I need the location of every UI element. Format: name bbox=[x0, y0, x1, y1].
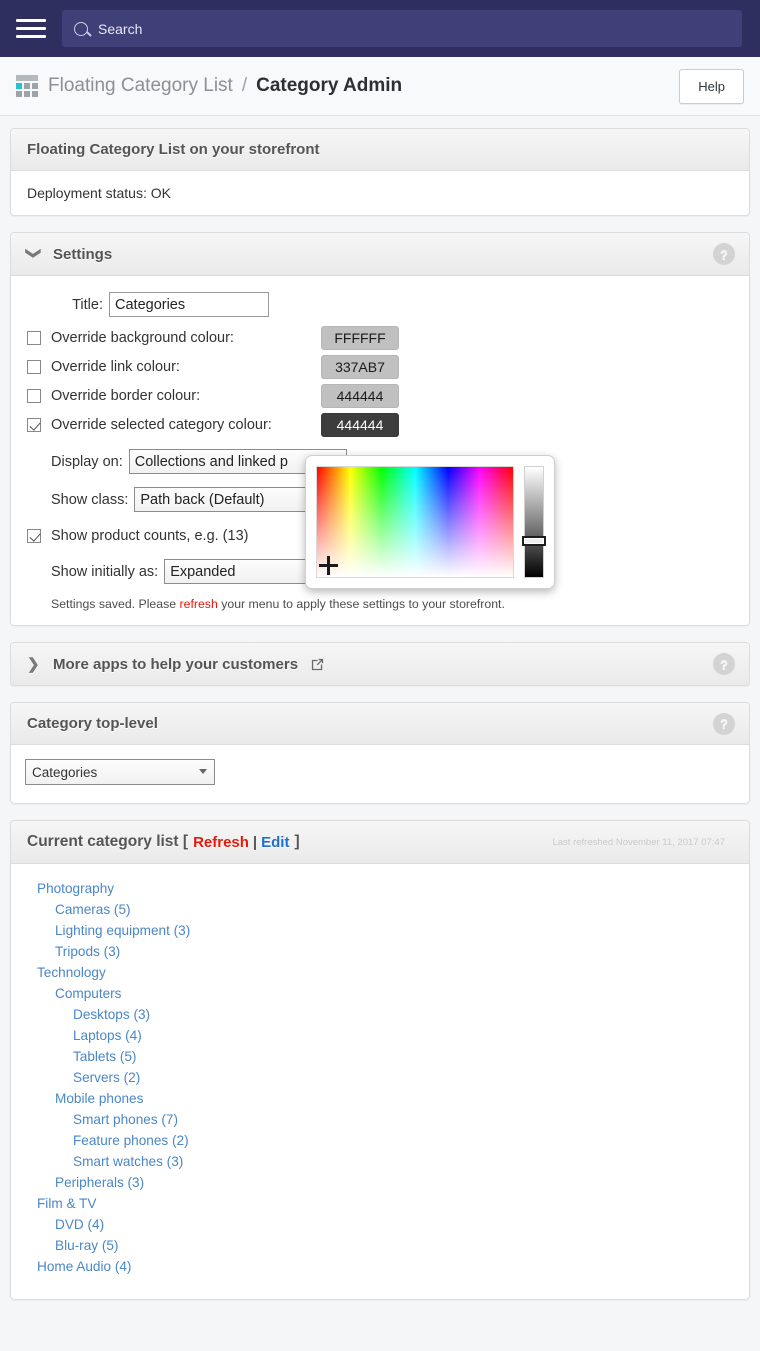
storefront-status-body: Deployment status: OK bbox=[27, 185, 171, 201]
current-category-list-title-end: ] bbox=[294, 833, 300, 850]
category-top-level-select-value: Categories bbox=[32, 764, 98, 780]
show-class-value: Path back (Default) bbox=[140, 491, 265, 508]
storefront-status-card: Floating Category List on your storefron… bbox=[10, 128, 750, 216]
override-link-colour-row: Override link colour: 337AB7 bbox=[27, 355, 733, 379]
category-top-level-body: Categories bbox=[11, 745, 749, 803]
category-list-item[interactable]: Feature phones (2) bbox=[73, 1130, 733, 1151]
chevron-down-icon bbox=[199, 769, 207, 774]
category-list-item[interactable]: Computers bbox=[55, 983, 733, 1004]
breadcrumb-separator: / bbox=[241, 75, 248, 96]
search-placeholder-text: Search bbox=[98, 20, 143, 37]
category-list-item[interactable]: Servers (2) bbox=[73, 1067, 733, 1088]
current-category-list-header: Current category list [ Refresh | Edit ]… bbox=[11, 821, 749, 864]
more-apps-help-icon[interactable]: ? bbox=[713, 653, 735, 675]
chevron-down-icon[interactable]: ❯ bbox=[25, 247, 43, 261]
external-link-icon[interactable] bbox=[310, 657, 325, 672]
refresh-link[interactable]: refresh bbox=[180, 597, 218, 611]
title-input[interactable]: Categories bbox=[109, 292, 269, 317]
brightness-slider[interactable] bbox=[522, 466, 546, 578]
show-initially-as-label: Show initially as: bbox=[51, 563, 159, 580]
category-list-item[interactable]: Desktops (3) bbox=[73, 1004, 733, 1025]
more-apps-header[interactable]: ❯ More apps to help your customers ? bbox=[11, 643, 749, 685]
override-border-colour-checkbox[interactable] bbox=[27, 389, 41, 403]
refresh-link[interactable]: Refresh bbox=[193, 834, 249, 851]
more-apps-card[interactable]: ❯ More apps to help your customers ? bbox=[10, 642, 750, 686]
override-selected-category-colour-checkbox[interactable] bbox=[27, 418, 41, 432]
display-on-label: Display on: bbox=[51, 453, 123, 470]
show-product-counts-label: Show product counts, e.g. (13) bbox=[51, 528, 249, 544]
brightness-slider-handle[interactable] bbox=[522, 536, 546, 547]
category-list-item[interactable]: Technology bbox=[37, 962, 733, 983]
category-list-item[interactable]: Peripherals (3) bbox=[55, 1172, 733, 1193]
picker-crosshair[interactable] bbox=[319, 556, 338, 575]
breadcrumb-bar: Floating Category List / Category Admin … bbox=[0, 57, 760, 116]
category-top-level-header: Category top-level ? bbox=[11, 703, 749, 745]
show-class-label: Show class: bbox=[51, 491, 129, 508]
category-list-item[interactable]: Film & TV bbox=[37, 1193, 733, 1214]
override-selected-category-colour-label: Override selected category colour: bbox=[51, 417, 272, 433]
current-category-list-title: Current category list [ bbox=[27, 833, 189, 850]
edit-link[interactable]: Edit bbox=[261, 834, 289, 851]
category-top-level-select[interactable]: Categories bbox=[25, 759, 215, 785]
grid-app-icon bbox=[16, 75, 38, 97]
current-category-list-card: Current category list [ Refresh | Edit ]… bbox=[10, 820, 750, 1300]
category-top-level-help-icon[interactable]: ? bbox=[713, 712, 735, 735]
category-list-item[interactable]: Tablets (5) bbox=[73, 1046, 733, 1067]
override-border-colour-label: Override border colour: bbox=[51, 388, 201, 404]
category-list-item[interactable]: Laptops (4) bbox=[73, 1025, 733, 1046]
title-separator: | bbox=[252, 833, 258, 851]
chevron-right-icon[interactable]: ❯ bbox=[27, 655, 41, 673]
category-list-item[interactable]: Lighting equipment (3) bbox=[55, 920, 733, 941]
category-list-item[interactable]: Smart watches (3) bbox=[73, 1151, 733, 1172]
category-tree: Photography Cameras (5) Lighting equipment… bbox=[11, 864, 749, 1299]
help-button[interactable]: Help bbox=[679, 68, 744, 104]
search-icon bbox=[74, 21, 88, 36]
last-refreshed-timestamp: Last refreshed November 11, 2017 07:47 bbox=[552, 836, 725, 848]
category-list-item[interactable]: Cameras (5) bbox=[55, 899, 733, 920]
saved-note-post: your menu to apply these settings to you… bbox=[217, 597, 505, 611]
category-list-item[interactable]: DVD (4) bbox=[55, 1214, 733, 1235]
override-background-colour-label: Override background colour: bbox=[51, 330, 234, 346]
top-navigation-bar: Search bbox=[0, 0, 760, 57]
override-border-colour-row: Override border colour: 444444 bbox=[27, 384, 733, 408]
more-apps-title: More apps to help your customers bbox=[53, 655, 299, 673]
border-colour-swatch[interactable]: 444444 bbox=[321, 384, 399, 408]
saturation-value-gradient[interactable] bbox=[316, 466, 514, 578]
colour-picker-popup[interactable] bbox=[305, 455, 555, 589]
show-product-counts-checkbox[interactable] bbox=[27, 529, 41, 543]
override-selected-category-colour-row: Override selected category colour: 44444… bbox=[27, 413, 733, 437]
category-top-level-title: Category top-level bbox=[27, 715, 158, 732]
background-colour-swatch[interactable]: FFFFFF bbox=[321, 326, 399, 350]
search-input[interactable]: Search bbox=[62, 10, 742, 47]
category-top-level-card: Category top-level ? Categories bbox=[10, 702, 750, 804]
hamburger-menu-icon[interactable] bbox=[16, 16, 46, 42]
category-list-item[interactable]: Blu-ray (5) bbox=[55, 1235, 733, 1256]
category-list-item[interactable]: Mobile phones bbox=[55, 1088, 733, 1109]
category-list-item[interactable]: Tripods (3) bbox=[55, 941, 733, 962]
category-list-item[interactable]: Home Audio (4) bbox=[37, 1256, 733, 1277]
show-initially-as-value: Expanded bbox=[170, 563, 236, 580]
selected-category-colour-swatch[interactable]: 444444 bbox=[321, 413, 399, 437]
storefront-status-title: Floating Category List on your storefron… bbox=[11, 129, 749, 171]
display-on-value: Collections and linked p bbox=[134, 453, 288, 470]
category-list-item[interactable]: Photography bbox=[37, 878, 733, 899]
override-link-colour-label: Override link colour: bbox=[51, 359, 180, 375]
settings-help-icon[interactable]: ? bbox=[713, 243, 735, 265]
page-title: Category Admin bbox=[256, 75, 403, 96]
override-link-colour-checkbox[interactable] bbox=[27, 360, 41, 374]
settings-card-header[interactable]: ❯ Settings ? bbox=[11, 233, 749, 276]
category-list-item[interactable]: Smart phones (7) bbox=[73, 1109, 733, 1130]
override-background-colour-row: Override background colour: FFFFFF bbox=[27, 326, 733, 350]
settings-title: Settings bbox=[53, 245, 113, 263]
breadcrumb-app-link[interactable]: Floating Category List bbox=[48, 75, 233, 97]
settings-saved-note: Settings saved. Please refresh your menu… bbox=[51, 597, 733, 611]
saved-note-pre: Settings saved. Please bbox=[51, 597, 180, 611]
override-background-colour-checkbox[interactable] bbox=[27, 331, 41, 345]
title-field-label: Title: bbox=[72, 296, 103, 313]
settings-card: ❯ Settings ? Title: Categories Override … bbox=[10, 232, 750, 626]
link-colour-swatch[interactable]: 337AB7 bbox=[321, 355, 399, 379]
title-field-row: Title: Categories bbox=[27, 292, 733, 317]
